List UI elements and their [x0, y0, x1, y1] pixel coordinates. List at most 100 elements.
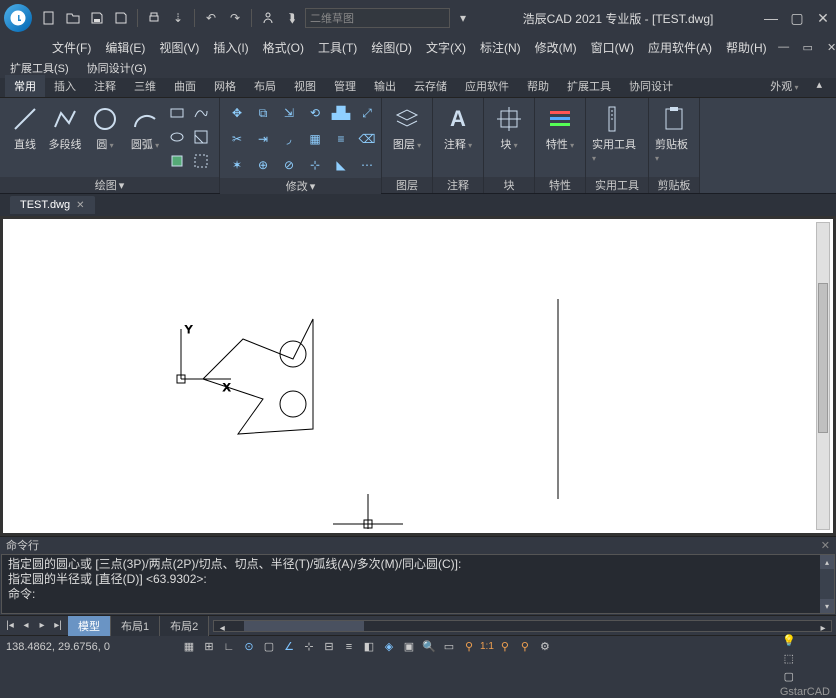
search-dropdown-icon[interactable]: ▾	[452, 7, 474, 29]
horizontal-scrollbar[interactable]: ◂ ▸	[213, 620, 832, 632]
clean-icon[interactable]: ▢	[780, 668, 798, 686]
qp-icon[interactable]: ▣	[400, 638, 418, 656]
edit-icon[interactable]: ⋯	[356, 154, 378, 176]
menu-format[interactable]: 格式(O)	[257, 37, 310, 58]
otrack-icon[interactable]: ∠	[280, 638, 298, 656]
saveas-icon[interactable]	[110, 7, 132, 29]
align-icon[interactable]: ⊕	[252, 154, 274, 176]
spline-icon[interactable]	[190, 102, 212, 124]
bulb-icon[interactable]: 💡	[780, 632, 798, 650]
menu-modify[interactable]: 修改(M)	[529, 37, 583, 58]
maximize-icon[interactable]: ▢	[788, 9, 806, 27]
arc-button[interactable]: 圆弧	[126, 102, 164, 154]
hscroll-thumb[interactable]	[244, 621, 364, 631]
layout-first-icon[interactable]: |◂	[2, 618, 18, 634]
search-box[interactable]: 二维草图	[305, 8, 450, 28]
ducs-icon[interactable]: ⊹	[300, 638, 318, 656]
transparency-icon[interactable]: ◧	[360, 638, 378, 656]
close-icon[interactable]: ✕	[814, 9, 832, 27]
rtab-apps[interactable]: 应用软件	[456, 75, 518, 97]
polyline-button[interactable]: 多段线	[46, 102, 84, 154]
layout-tab-2[interactable]: 布局2	[160, 616, 209, 636]
annoauto-icon[interactable]: ⚲	[516, 638, 534, 656]
rtab-layout[interactable]: 布局	[245, 75, 285, 97]
scale-icon[interactable]: ⤢	[356, 102, 378, 124]
layout-last-icon[interactable]: ▸|	[50, 618, 66, 634]
save-icon[interactable]	[86, 7, 108, 29]
rtab-surface[interactable]: 曲面	[165, 75, 205, 97]
mirror-icon[interactable]: ▟▙	[330, 102, 352, 124]
rtab-3d[interactable]: 三维	[125, 75, 165, 97]
rtab-home[interactable]: 常用	[5, 75, 45, 97]
utilities-button[interactable]: 实用工具	[592, 102, 642, 166]
minimize-icon[interactable]: —	[762, 9, 780, 27]
print-icon[interactable]	[143, 7, 165, 29]
move-icon[interactable]: ✥	[226, 102, 248, 124]
command-close-icon[interactable]: ✕	[821, 539, 830, 552]
menu-file[interactable]: 文件(F)	[46, 37, 97, 58]
menu-insert[interactable]: 插入(I)	[207, 37, 254, 58]
annotate-button[interactable]: A注释	[439, 102, 477, 154]
ws-icon[interactable]: ⚙	[536, 638, 554, 656]
ellipse-icon[interactable]	[166, 126, 188, 148]
menu-tools[interactable]: 工具(T)	[312, 37, 363, 58]
annovis-icon[interactable]: ⚲	[496, 638, 514, 656]
drawing-area[interactable]: Y X	[0, 216, 836, 536]
polar-icon[interactable]: ⊙	[240, 638, 258, 656]
layer-button[interactable]: 图层	[388, 102, 426, 154]
grid-icon[interactable]: ▦	[180, 638, 198, 656]
menu-dim[interactable]: 标注(N)	[474, 37, 527, 58]
command-input[interactable]: 命令:	[8, 587, 828, 602]
layout-prev-icon[interactable]: ◂	[18, 618, 34, 634]
region-icon[interactable]	[166, 150, 188, 172]
preview-icon[interactable]: ⇣	[167, 7, 189, 29]
coordinates-readout[interactable]: 138.4862, 29.6756, 0	[6, 641, 176, 653]
snap-icon[interactable]: ⊞	[200, 638, 218, 656]
array-icon[interactable]: ▦	[304, 128, 326, 150]
trim-icon[interactable]: ✂	[226, 128, 248, 150]
open-icon[interactable]	[62, 7, 84, 29]
layout-next-icon[interactable]: ▸	[34, 618, 50, 634]
rtab-insert[interactable]: 插入	[45, 75, 85, 97]
block-button[interactable]: 块	[490, 102, 528, 154]
iso-icon[interactable]: ⬚	[780, 650, 798, 668]
chamfer-icon[interactable]: ◣	[330, 154, 352, 176]
ortho-icon[interactable]: ∟	[220, 638, 238, 656]
rtab-manage[interactable]: 管理	[325, 75, 365, 97]
doc-tab-close-icon[interactable]: ✕	[76, 200, 84, 211]
rtab-view[interactable]: 视图	[285, 75, 325, 97]
redo-icon[interactable]: ↷	[224, 7, 246, 29]
rtab-annotate[interactable]: 注释	[85, 75, 125, 97]
doc-tab-test[interactable]: TEST.dwg✕	[10, 196, 95, 214]
doc-restore-icon[interactable]: ▭	[799, 38, 817, 56]
point-icon[interactable]	[190, 150, 212, 172]
help-icon[interactable]: ⮯	[281, 7, 303, 29]
undo-icon[interactable]: ↶	[200, 7, 222, 29]
offset-icon[interactable]: ≡	[330, 128, 352, 150]
lwt-icon[interactable]: ≡	[340, 638, 358, 656]
command-scrollbar[interactable]: ▴▾	[820, 555, 834, 613]
menu-edit[interactable]: 编辑(E)	[99, 37, 151, 58]
extend-icon[interactable]: ⇥	[252, 128, 274, 150]
doc-close-icon[interactable]: ✕	[823, 38, 836, 56]
menu-draw[interactable]: 绘图(D)	[365, 37, 418, 58]
ribbon-collapse-icon[interactable]: ▴	[807, 75, 831, 97]
erase-icon[interactable]: ⌫	[356, 128, 378, 150]
rtab-ext[interactable]: 扩展工具	[558, 75, 620, 97]
magnify-icon[interactable]: 🔍	[420, 638, 438, 656]
properties-button[interactable]: 特性	[541, 102, 579, 154]
copy-icon[interactable]: ⧉	[252, 102, 274, 124]
command-history[interactable]: 指定圆的圆心或 [三点(3P)/两点(2P)/切点、切点、半径(T)/弧线(A)…	[1, 554, 835, 614]
clipboard-button[interactable]: 剪贴板	[655, 102, 693, 166]
rtab-appearance[interactable]: 外观	[761, 75, 807, 97]
fillet-icon[interactable]: ◞	[278, 128, 300, 150]
panel-modify-title[interactable]: 修改 ▾	[220, 178, 381, 194]
osnap-icon[interactable]: ▢	[260, 638, 278, 656]
rtab-mesh[interactable]: 网格	[205, 75, 245, 97]
new-icon[interactable]	[38, 7, 60, 29]
vertical-scrollbar[interactable]	[816, 222, 830, 530]
circle-button[interactable]: 圆	[86, 102, 124, 154]
line-button[interactable]: 直线	[6, 102, 44, 154]
menu-help[interactable]: 帮助(H)	[720, 37, 773, 58]
model-icon[interactable]: ▭	[440, 638, 458, 656]
